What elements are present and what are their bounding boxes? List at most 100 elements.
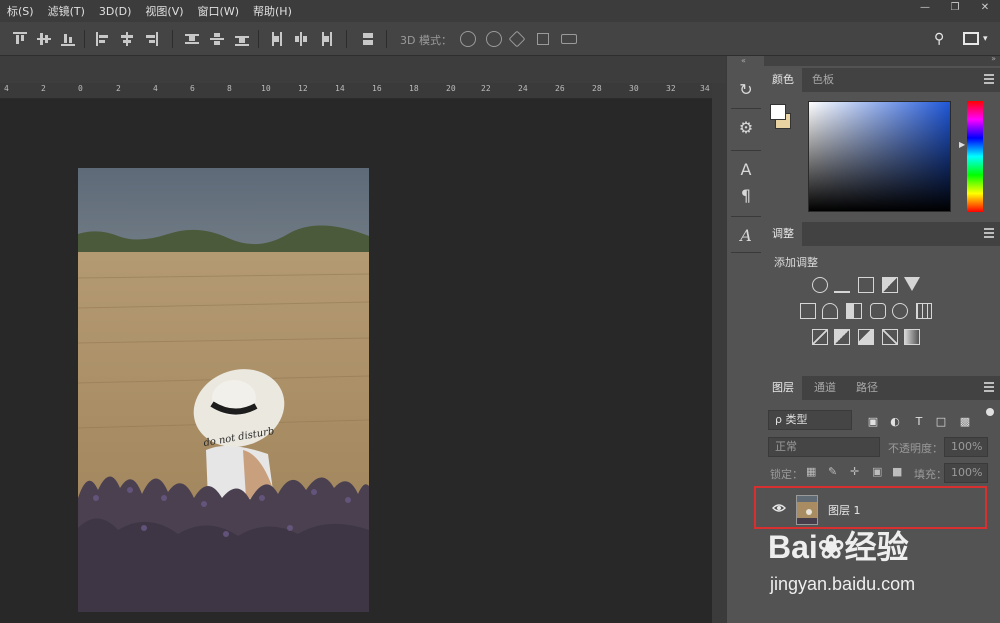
restore-button[interactable]: ❐ bbox=[940, 0, 970, 14]
tab-layers[interactable]: 图层 bbox=[764, 376, 802, 400]
black-white-icon[interactable] bbox=[846, 303, 862, 319]
lock-all-icon[interactable]: ■ bbox=[892, 465, 902, 478]
panel-menu-icon[interactable] bbox=[984, 382, 994, 392]
window-controls: — ❐ ✕ bbox=[910, 0, 1000, 14]
lock-transparent-icon[interactable]: ▦ bbox=[806, 465, 816, 478]
properties-panel-icon[interactable]: ⚙ bbox=[732, 116, 760, 138]
document-image[interactable]: do not disturb bbox=[78, 168, 369, 612]
hue-saturation-icon[interactable] bbox=[800, 303, 816, 319]
menu-bar: 标(S) 滤镜(T) 3D(D) 视图(V) 窗口(W) 帮助(H) — ❐ ✕ bbox=[0, 0, 1000, 22]
menu-3d[interactable]: 3D(D) bbox=[92, 5, 139, 18]
tab-paths[interactable]: 路径 bbox=[848, 376, 886, 400]
channel-mixer-icon[interactable] bbox=[892, 303, 908, 319]
panel-menu-icon[interactable] bbox=[984, 228, 994, 238]
search-icon[interactable]: ⚲ bbox=[934, 31, 950, 47]
color-picker-field[interactable] bbox=[808, 101, 951, 212]
collapse-arrows-icon[interactable]: » bbox=[991, 54, 996, 63]
lock-position-icon[interactable]: ✛ bbox=[850, 465, 859, 478]
filter-shape-icon[interactable]: □ bbox=[934, 414, 948, 428]
auto-align-icon[interactable] bbox=[361, 32, 375, 46]
brightness-icon[interactable] bbox=[812, 277, 828, 293]
align-hcenter-icon[interactable] bbox=[120, 32, 134, 46]
lock-image-icon[interactable]: ✎ bbox=[828, 465, 837, 478]
filter-smart-object-icon[interactable]: ▩ bbox=[958, 414, 972, 428]
history-panel-icon[interactable]: ↻ bbox=[732, 78, 760, 100]
gradient-map-icon[interactable] bbox=[904, 329, 920, 345]
align-top-icon[interactable] bbox=[13, 32, 27, 46]
photo-filter-icon[interactable] bbox=[870, 303, 886, 319]
workspace-dropdown-icon[interactable]: ▾ bbox=[983, 34, 988, 44]
menu-view[interactable]: 视图(V) bbox=[138, 3, 190, 19]
align-vcenter-icon[interactable] bbox=[37, 32, 51, 46]
vibrance-icon[interactable] bbox=[904, 277, 920, 291]
tab-swatches[interactable]: 色板 bbox=[804, 68, 842, 92]
ruler-label: 22 bbox=[481, 84, 491, 93]
color-lookup-icon[interactable] bbox=[916, 303, 932, 319]
menu-help[interactable]: 帮助(H) bbox=[246, 3, 299, 19]
ruler-label: 34 bbox=[700, 84, 710, 93]
distribute-left-icon[interactable] bbox=[270, 32, 284, 46]
3d-orbit-icon[interactable] bbox=[460, 31, 476, 47]
layers-panel-tabs: 图层 通道 路径 bbox=[764, 376, 1000, 400]
foreground-color-swatch[interactable] bbox=[770, 104, 786, 120]
menu-select[interactable]: 标(S) bbox=[0, 3, 41, 19]
ruler-label: 6 bbox=[190, 84, 195, 93]
layer-filter-dropdown[interactable]: ρ 类型 bbox=[768, 410, 852, 430]
glyphs-panel-icon[interactable]: A bbox=[732, 224, 760, 246]
tab-adjustments[interactable]: 调整 bbox=[764, 222, 802, 246]
curves-icon[interactable] bbox=[858, 277, 874, 293]
workspace-icon[interactable] bbox=[963, 32, 979, 45]
filter-pixel-icon[interactable]: ▣ bbox=[866, 414, 880, 428]
filter-toggle-icon[interactable] bbox=[986, 408, 994, 416]
3d-roll-icon[interactable] bbox=[486, 31, 502, 47]
minimize-button[interactable]: — bbox=[910, 0, 940, 14]
panel-menu-icon[interactable] bbox=[984, 74, 994, 84]
ruler-label: 32 bbox=[666, 84, 676, 93]
opacity-field[interactable]: 100% bbox=[944, 437, 988, 457]
tab-channels[interactable]: 通道 bbox=[806, 376, 844, 400]
distribute-hcenter-icon[interactable] bbox=[294, 32, 308, 46]
threshold-icon[interactable] bbox=[858, 329, 874, 345]
character-panel-icon[interactable]: A bbox=[732, 158, 760, 180]
baidu-watermark: Bai❀经验 jingyan.baidu.com bbox=[768, 522, 948, 602]
panel-icon-column: « ↻ ⚙ A ¶ A bbox=[726, 56, 764, 623]
distribute-vcenter-icon[interactable] bbox=[210, 32, 224, 46]
hue-slider-arrow-icon[interactable]: ▶ bbox=[959, 140, 965, 149]
3d-pan-icon[interactable] bbox=[508, 30, 526, 48]
3d-scale-icon[interactable] bbox=[561, 34, 577, 44]
invert-icon[interactable] bbox=[812, 329, 828, 345]
document-tab-strip bbox=[0, 56, 726, 83]
distribute-top-icon[interactable] bbox=[185, 32, 199, 46]
menu-window[interactable]: 窗口(W) bbox=[191, 3, 246, 19]
blend-mode-dropdown[interactable]: 正常 bbox=[768, 437, 880, 457]
color-balance-icon[interactable] bbox=[822, 303, 838, 319]
tab-color[interactable]: 颜色 bbox=[764, 68, 802, 92]
ruler-label: 20 bbox=[446, 84, 456, 93]
distribute-bottom-icon[interactable] bbox=[235, 32, 249, 46]
fill-field[interactable]: 100% bbox=[944, 463, 988, 483]
filter-adjustment-icon[interactable]: ◐ bbox=[888, 414, 902, 428]
3d-slide-icon[interactable] bbox=[537, 33, 549, 45]
align-left-icon[interactable] bbox=[96, 32, 110, 46]
vertical-scrollbar[interactable] bbox=[712, 83, 726, 623]
selective-color-icon[interactable] bbox=[882, 329, 898, 345]
ruler-label: 2 bbox=[41, 84, 46, 93]
distribute-right-icon[interactable] bbox=[318, 32, 332, 46]
lock-label: 锁定： bbox=[770, 468, 803, 481]
ruler-label: 4 bbox=[153, 84, 158, 93]
levels-icon[interactable] bbox=[834, 277, 850, 293]
filter-type-icon[interactable]: T bbox=[912, 414, 926, 428]
paragraph-panel-icon[interactable]: ¶ bbox=[732, 184, 760, 206]
close-button[interactable]: ✕ bbox=[970, 0, 1000, 14]
align-bottom-icon[interactable] bbox=[61, 32, 75, 46]
posterize-icon[interactable] bbox=[834, 329, 850, 345]
panel-collapse-bar[interactable]: » bbox=[764, 54, 1000, 66]
align-right-icon[interactable] bbox=[144, 32, 158, 46]
lock-artboard-icon[interactable]: ▣ bbox=[872, 465, 882, 478]
ruler-label: 14 bbox=[335, 84, 345, 93]
exposure-icon[interactable] bbox=[882, 277, 898, 293]
menu-filter[interactable]: 滤镜(T) bbox=[41, 3, 92, 19]
collapse-arrows-icon[interactable]: « bbox=[741, 56, 746, 65]
hue-slider[interactable] bbox=[967, 101, 983, 212]
ruler-label: 18 bbox=[409, 84, 419, 93]
